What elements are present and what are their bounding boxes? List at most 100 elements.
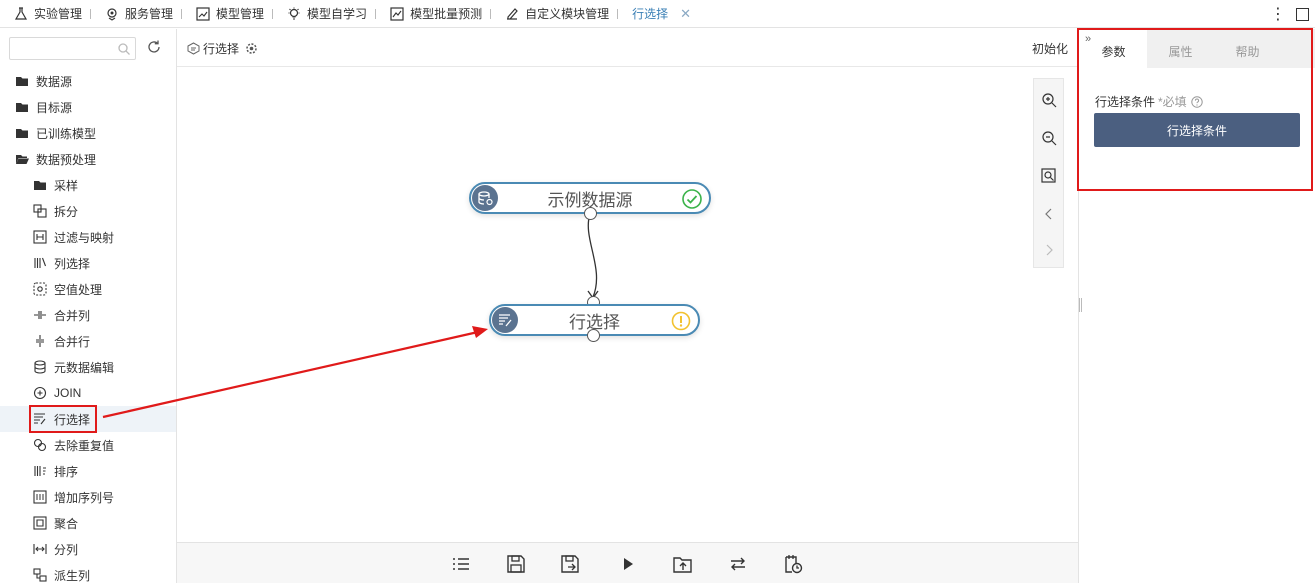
filter-map-icon	[33, 230, 47, 244]
tree-item-null-handling[interactable]: 空值处理	[0, 276, 176, 302]
chevron-left-icon[interactable]	[1041, 206, 1057, 222]
tree-item-label: 行选择	[54, 412, 91, 427]
publish-icon[interactable]	[673, 554, 693, 574]
workflow-canvas[interactable]: 示例数据源 行选择	[177, 68, 1078, 541]
tree-item-filter-map[interactable]: 过滤与映射	[0, 224, 176, 250]
split-column-icon	[33, 544, 47, 554]
refresh-icon[interactable]	[146, 39, 162, 55]
tree-item-sort[interactable]: 排序	[0, 458, 176, 484]
sort-icon	[34, 466, 46, 476]
line-chart-icon	[390, 6, 404, 21]
close-icon[interactable]: ✕	[680, 6, 691, 22]
tree-item-target-source[interactable]: 目标源	[0, 94, 176, 120]
zoom-out-icon[interactable]	[1041, 130, 1057, 146]
tab-label: 行选择	[632, 7, 669, 21]
tree-item-derived-column[interactable]: 派生列	[0, 562, 176, 588]
tab-label: 自定义模块管理	[525, 7, 610, 21]
tab-label: 实验管理	[34, 7, 83, 21]
search-icon[interactable]	[117, 42, 131, 56]
tree-item-join[interactable]: JOIN	[0, 380, 176, 406]
required-marker: *必填	[1158, 95, 1187, 109]
schedule-icon[interactable]	[783, 554, 803, 574]
more-menu-icon[interactable]: ⋮	[1268, 4, 1288, 24]
connection-edge[interactable]	[587, 213, 598, 298]
derived-column-icon	[33, 568, 47, 582]
maximize-icon[interactable]	[1296, 7, 1309, 21]
tree-item-split-column[interactable]: 分列	[0, 536, 176, 562]
experiment-icon	[187, 42, 200, 55]
tab-help[interactable]: 帮助	[1214, 29, 1281, 68]
initialize-button[interactable]: 初始化	[1032, 40, 1068, 57]
tree-item-data-source[interactable]: 数据源	[0, 68, 176, 94]
tree-item-dedupe[interactable]: 去除重复值	[0, 432, 176, 458]
tree-item-label: 元数据编辑	[54, 360, 115, 375]
tree-item-label: 目标源	[36, 100, 73, 115]
folder-icon	[16, 77, 28, 86]
tab-attributes[interactable]: 属性	[1147, 29, 1214, 68]
tree-item-row-select[interactable]: 行选择	[0, 406, 176, 432]
row-condition-label: 行选择条件	[1095, 95, 1156, 109]
tree-item-label: 数据源	[36, 74, 73, 89]
tab-service-management[interactable]: 服务管理	[91, 0, 181, 28]
swap-icon[interactable]	[728, 554, 748, 574]
tree-item-column-select[interactable]: 列选择	[0, 250, 176, 276]
tree-item-trained-models[interactable]: 已训练模型	[0, 120, 176, 146]
save-as-icon[interactable]	[560, 554, 580, 574]
tree-item-label: 采样	[54, 178, 79, 193]
tree-item-label: 拆分	[54, 204, 79, 219]
tree-item-split[interactable]: 拆分	[0, 198, 176, 224]
search-input[interactable]	[10, 38, 115, 59]
tree-item-label: JOIN	[54, 386, 82, 400]
panel-resize-handle[interactable]	[1079, 298, 1082, 312]
collapse-panel-icon[interactable]: »	[1085, 33, 1091, 45]
gear-icon[interactable]	[245, 42, 258, 55]
output-port[interactable]	[584, 207, 597, 220]
tab-model-self-learning[interactable]: 模型自学习	[273, 0, 375, 28]
tab-custom-module-management[interactable]: 自定义模块管理	[491, 0, 617, 28]
fit-view-icon[interactable]	[1041, 168, 1057, 184]
tree-item-label: 过滤与映射	[54, 230, 115, 245]
folder-icon	[16, 103, 28, 112]
chevron-right-icon[interactable]	[1041, 242, 1057, 258]
database-icon	[34, 360, 46, 374]
tree-item-label: 去除重复值	[54, 438, 115, 453]
save-icon[interactable]	[506, 554, 526, 574]
properties-panel: 参数 属性 帮助 » 行选择条件 *必填 行选择条件	[1078, 29, 1315, 583]
tab-model-batch-prediction[interactable]: 模型批量预测	[376, 0, 490, 28]
database-icon	[472, 185, 498, 211]
tree-item-merge-rows[interactable]: 合并行	[0, 328, 176, 354]
tree-item-label: 派生列	[54, 568, 91, 583]
tree-item-label: 数据预处理	[36, 152, 97, 167]
merge-column-icon	[34, 311, 46, 319]
tree-item-label: 增加序列号	[54, 490, 115, 505]
tree-item-metadata-edit[interactable]: 元数据编辑	[0, 354, 176, 380]
tree-item-sampling[interactable]: 采样	[0, 172, 176, 198]
bulb-icon	[288, 7, 300, 20]
output-port[interactable]	[587, 329, 600, 342]
run-icon[interactable]	[618, 554, 638, 574]
row-select-icon	[34, 413, 46, 425]
tree-item-merge-columns[interactable]: 合并列	[0, 302, 176, 328]
folder-icon	[34, 181, 46, 190]
tab-model-management[interactable]: 模型管理	[182, 0, 272, 28]
search-box	[9, 37, 136, 60]
tree-item-label: 分列	[54, 542, 79, 557]
edit-doc-icon	[507, 7, 518, 20]
tree-item-add-serial-number[interactable]: 增加序列号	[0, 484, 176, 510]
folder-open-icon	[16, 155, 29, 164]
flask-icon	[14, 6, 28, 20]
tab-row-select[interactable]: 行选择 ✕	[618, 0, 699, 28]
tab-experiment-management[interactable]: 实验管理	[0, 0, 90, 28]
help-icon[interactable]	[1190, 95, 1203, 108]
canvas-header: 行选择 初始化	[177, 29, 1078, 67]
breadcrumb: 行选择	[187, 40, 258, 57]
folder-icon	[16, 129, 28, 138]
row-condition-button[interactable]: 行选择条件	[1094, 113, 1300, 147]
list-icon[interactable]	[451, 554, 471, 574]
tab-label: 模型批量预测	[410, 7, 483, 21]
tree-item-aggregate[interactable]: 聚合	[0, 510, 176, 536]
tree-item-data-preprocessing[interactable]: 数据预处理	[0, 146, 176, 172]
tree-item-label: 合并列	[54, 308, 91, 323]
zoom-in-icon[interactable]	[1041, 92, 1057, 108]
tab-bar: 实验管理 服务管理 模型管理 模型自学习 模型批量预测 自定义模块管理 行选择 …	[0, 0, 1315, 28]
